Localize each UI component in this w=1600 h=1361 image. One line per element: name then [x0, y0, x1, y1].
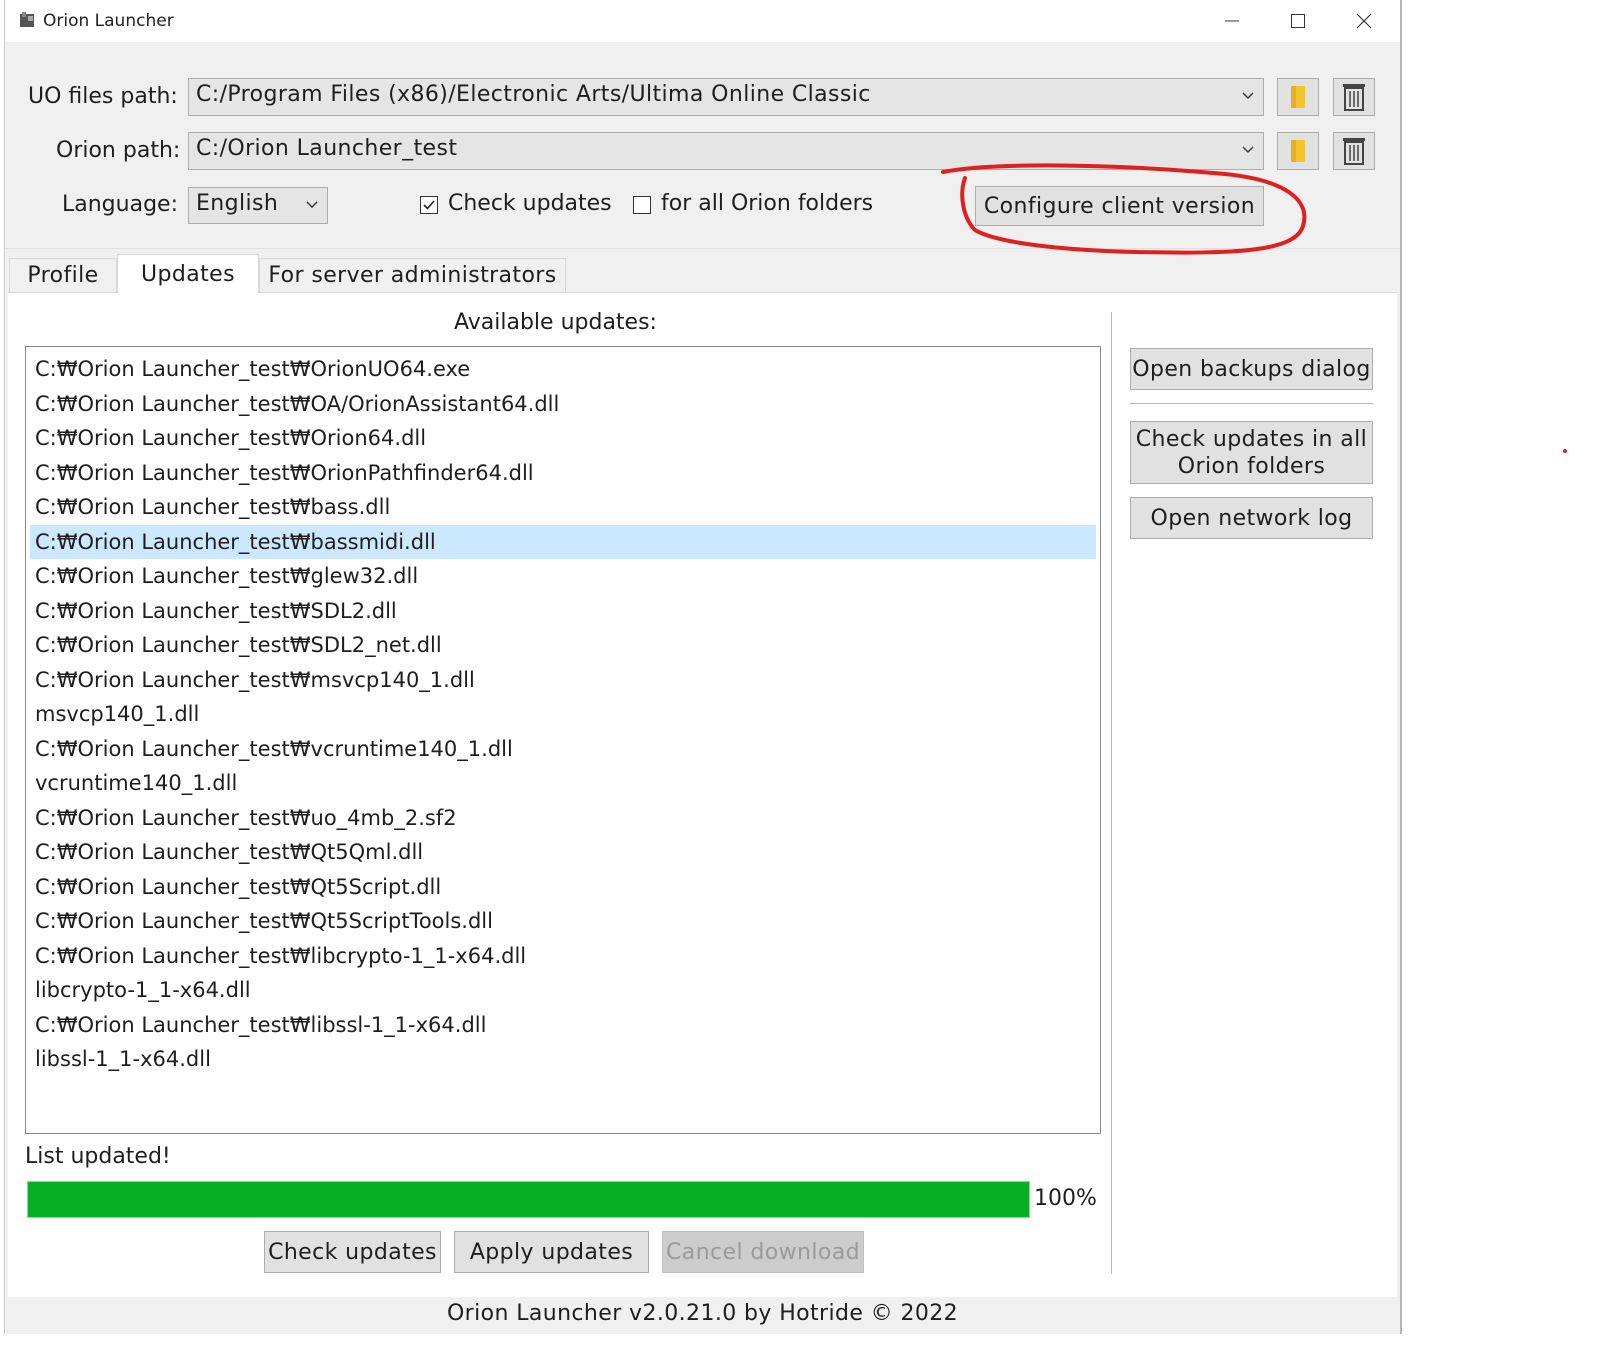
tab-server-administrators[interactable]: For server administrators	[259, 258, 566, 292]
list-item[interactable]: C:₩Orion Launcher_test₩bass.dll	[30, 490, 1096, 524]
list-item[interactable]: C:₩Orion Launcher_test₩OA/OrionAssistant…	[30, 387, 1096, 421]
uo-path-combo[interactable]: C:/Program Files (x86)/Electronic Arts/U…	[188, 78, 1264, 116]
tab-profile[interactable]: Profile	[9, 258, 117, 292]
chevron-down-icon	[306, 201, 318, 208]
red-annotation-circle	[941, 163, 1307, 255]
maximize-button[interactable]	[1265, 0, 1331, 42]
check-updates-all-folders-button[interactable]: Check updates in all Orion folders	[1130, 421, 1373, 484]
title-bar: Orion Launcher	[5, 0, 1400, 42]
chevron-down-icon	[1242, 92, 1254, 99]
minimize-icon	[1225, 20, 1239, 22]
check-updates-checkbox[interactable]	[420, 196, 438, 214]
list-item[interactable]: vcruntime140_1.dll	[30, 766, 1096, 800]
list-item[interactable]: libssl-1_1-x64.dll	[30, 1042, 1096, 1076]
close-icon	[1356, 13, 1372, 29]
language-combo[interactable]: English	[188, 187, 328, 224]
side-divider	[1111, 312, 1112, 1274]
orion-path-value: C:/Orion Launcher_test	[196, 136, 458, 161]
list-item[interactable]: msvcp140_1.dll	[30, 697, 1096, 731]
language-value: English	[196, 191, 279, 216]
list-item[interactable]: C:₩Orion Launcher_test₩Orion64.dll	[30, 421, 1096, 455]
window-title: Orion Launcher	[43, 11, 174, 31]
updates-list[interactable]: C:₩Orion Launcher_test₩OrionUO64.exe C:₩…	[25, 346, 1101, 1134]
maximize-icon	[1291, 14, 1305, 28]
folder-icon	[1291, 86, 1305, 108]
uo-path-label: UO files path:	[28, 84, 178, 109]
orion-path-clear-button[interactable]	[1333, 132, 1375, 170]
app-icon	[20, 12, 34, 27]
all-folders-label: for all Orion folders	[661, 191, 874, 216]
red-annotation-dot	[1563, 449, 1567, 453]
list-item[interactable]: libcrypto-1_1-x64.dll	[30, 973, 1096, 1007]
chevron-down-icon	[1242, 146, 1254, 153]
orion-path-label: Orion path:	[56, 138, 181, 163]
checkbox-icon	[423, 200, 435, 210]
all-folders-checkbox[interactable]	[633, 196, 651, 214]
list-item[interactable]: C:₩Orion Launcher_test₩SDL2_net.dll	[30, 628, 1096, 662]
progress-percent: 100%	[1034, 1186, 1097, 1211]
trash-icon	[1343, 138, 1365, 165]
language-label: Language:	[62, 192, 178, 217]
uo-path-clear-button[interactable]	[1333, 78, 1375, 116]
update-status-text: List updated!	[25, 1144, 171, 1169]
list-item[interactable]: C:₩Orion Launcher_test₩OrionUO64.exe	[30, 352, 1096, 386]
tab-updates[interactable]: Updates	[117, 254, 259, 293]
close-button[interactable]	[1331, 0, 1397, 42]
trash-icon	[1343, 84, 1365, 111]
list-item[interactable]: C:₩Orion Launcher_test₩Qt5ScriptTools.dl…	[30, 904, 1096, 938]
check-updates-button[interactable]: Check updates	[264, 1231, 441, 1273]
list-item[interactable]: C:₩Orion Launcher_test₩glew32.dll	[30, 559, 1096, 593]
list-item[interactable]: C:₩Orion Launcher_test₩OrionPathfinder64…	[30, 456, 1096, 490]
list-item[interactable]: C:₩Orion Launcher_test₩vcruntime140_1.dl…	[30, 732, 1096, 766]
uo-path-value: C:/Program Files (x86)/Electronic Arts/U…	[196, 82, 871, 107]
minimize-button[interactable]	[1199, 0, 1265, 42]
list-item[interactable]: C:₩Orion Launcher_test₩SDL2.dll	[30, 594, 1096, 628]
list-item-selected[interactable]: C:₩Orion Launcher_test₩bassmidi.dll	[30, 525, 1096, 559]
side-buttons-divider	[1130, 403, 1373, 404]
list-item[interactable]: C:₩Orion Launcher_test₩Qt5Qml.dll	[30, 835, 1096, 869]
download-progress-bar	[27, 1181, 1030, 1218]
open-network-log-button[interactable]: Open network log	[1130, 497, 1373, 539]
open-backups-button[interactable]: Open backups dialog	[1130, 348, 1373, 390]
launcher-window: Orion Launcher UO files path: C:/Program…	[4, 0, 1402, 1334]
list-item[interactable]: C:₩Orion Launcher_test₩libssl-1_1-x64.dl…	[30, 1008, 1096, 1042]
available-updates-heading: Available updates:	[454, 310, 657, 335]
progress-fill	[28, 1182, 1029, 1217]
list-item[interactable]: C:₩Orion Launcher_test₩uo_4mb_2.sf2	[30, 801, 1096, 835]
cancel-download-button[interactable]: Cancel download	[662, 1231, 864, 1273]
uo-path-browse-button[interactable]	[1277, 78, 1319, 116]
footer-status: Orion Launcher v2.0.21.0 by Hotride © 20…	[5, 1297, 1400, 1334]
list-item[interactable]: C:₩Orion Launcher_test₩libcrypto-1_1-x64…	[30, 939, 1096, 973]
list-item[interactable]: C:₩Orion Launcher_test₩Qt5Script.dll	[30, 870, 1096, 904]
list-item[interactable]: C:₩Orion Launcher_test₩msvcp140_1.dll	[30, 663, 1096, 697]
apply-updates-button[interactable]: Apply updates	[454, 1231, 649, 1273]
check-updates-label: Check updates	[448, 191, 612, 216]
